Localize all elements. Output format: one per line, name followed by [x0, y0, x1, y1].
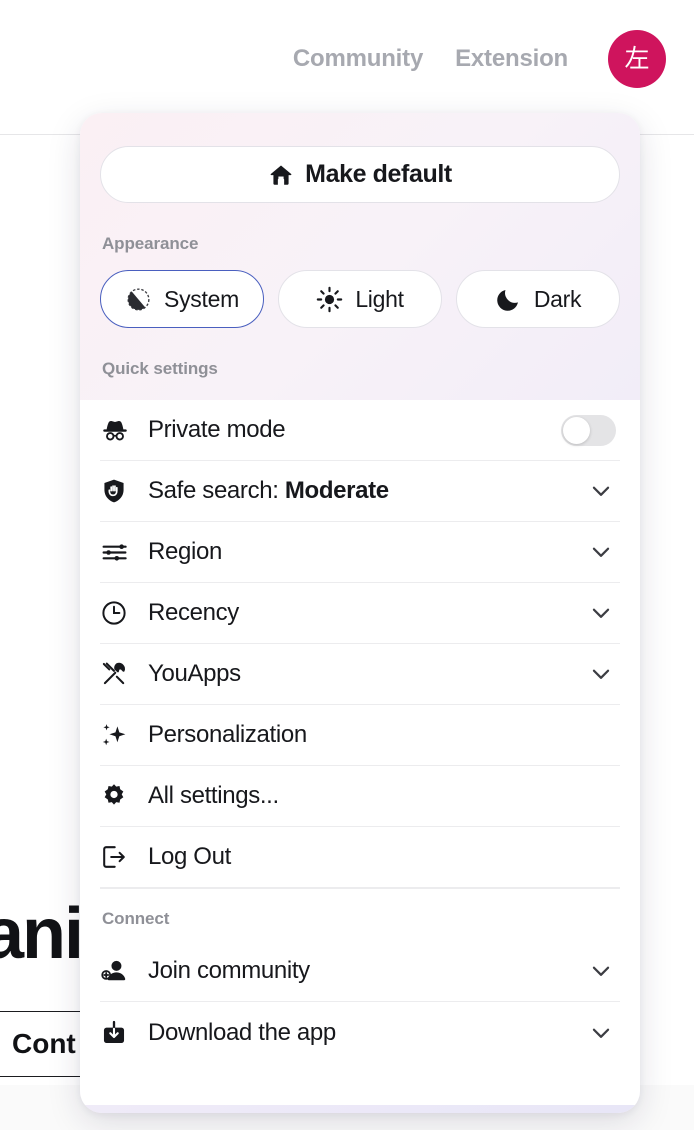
row-recency[interactable]: Recency — [100, 583, 620, 644]
logout-icon — [100, 843, 148, 871]
row-all-settings[interactable]: All settings... — [100, 766, 620, 827]
connect-section-label: Connect — [100, 888, 620, 941]
safe-search-value: Moderate — [284, 477, 389, 504]
chevron-down-icon[interactable] — [588, 478, 614, 504]
row-region[interactable]: Region — [100, 522, 620, 583]
gear-icon — [100, 782, 148, 810]
row-private-mode-label: Private mode — [148, 416, 286, 443]
avatar-label: 左 — [624, 44, 650, 73]
nav-link-community[interactable]: Community — [293, 45, 423, 73]
sun-icon — [316, 286, 343, 313]
quick-settings-list: Private mode Safe search: Moderate Regio… — [80, 400, 640, 1105]
appearance-section-label: Appearance — [102, 234, 199, 253]
shield-hand-icon — [100, 477, 148, 505]
account-dropdown-panel: Make default Appearance System Light Dar… — [80, 113, 640, 1113]
tools-icon — [100, 660, 148, 688]
chevron-down-icon[interactable] — [588, 1020, 614, 1046]
chevron-down-icon[interactable] — [588, 661, 614, 687]
row-recency-label: Recency — [148, 599, 239, 626]
nav-link-extension[interactable]: Extension — [455, 45, 568, 73]
row-download-app-label: Download the app — [148, 1018, 336, 1046]
clock-icon — [100, 599, 148, 627]
row-region-label: Region — [148, 538, 222, 565]
row-log-out-label: Log Out — [148, 843, 231, 870]
avatar[interactable]: 左 — [608, 30, 666, 88]
row-youapps[interactable]: YouApps — [100, 644, 620, 705]
quick-settings-section-label: Quick settings — [102, 359, 218, 378]
person-add-icon — [100, 957, 148, 985]
appearance-options: System Light Dark — [100, 270, 620, 328]
appearance-option-dark[interactable]: Dark — [456, 270, 620, 328]
row-youapps-label: YouApps — [148, 660, 241, 687]
row-download-app[interactable]: Download the app — [100, 1002, 620, 1063]
row-join-community-label: Join community — [148, 957, 310, 984]
incognito-hat-icon — [100, 415, 148, 445]
row-personalization[interactable]: Personalization — [100, 705, 620, 766]
download-icon — [100, 1019, 148, 1047]
chevron-down-icon[interactable] — [588, 600, 614, 626]
toggle-knob — [563, 416, 590, 444]
row-safe-search[interactable]: Safe search: Moderate — [100, 461, 620, 522]
row-log-out[interactable]: Log Out — [100, 827, 620, 888]
background-heading: ani — [0, 894, 84, 974]
appearance-option-system-label: System — [164, 285, 239, 312]
row-private-mode[interactable]: Private mode — [100, 400, 620, 461]
private-mode-toggle[interactable] — [561, 414, 616, 446]
appearance-option-system[interactable]: System — [100, 270, 264, 328]
moon-icon — [495, 286, 522, 313]
make-default-button[interactable]: Make default — [100, 146, 620, 203]
contrast-circle-icon — [125, 286, 152, 313]
sparkle-icon — [100, 721, 148, 750]
appearance-option-light[interactable]: Light — [278, 270, 442, 328]
chevron-down-icon[interactable] — [588, 539, 614, 565]
row-join-community[interactable]: Join community — [100, 941, 620, 1002]
list-bottom-padding — [100, 1063, 620, 1105]
row-safe-search-label: Safe search: Moderate — [148, 477, 389, 504]
appearance-option-light-label: Light — [355, 285, 404, 312]
app-window: Community Extension 左 ani Cont Make defa… — [0, 0, 694, 1130]
sliders-icon — [100, 538, 148, 567]
header-nav: Community Extension 左 — [293, 30, 666, 88]
chevron-down-icon[interactable] — [588, 958, 614, 984]
background-box-label: Cont — [12, 1028, 76, 1059]
appearance-option-dark-label: Dark — [533, 285, 582, 312]
make-default-label: Make default — [305, 160, 452, 188]
home-icon — [268, 162, 294, 188]
row-all-settings-label: All settings... — [148, 782, 279, 809]
row-personalization-label: Personalization — [148, 721, 307, 748]
